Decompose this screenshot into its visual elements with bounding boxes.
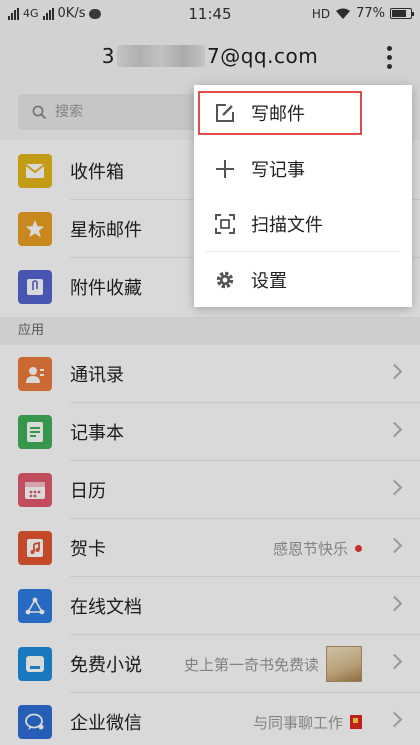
highlight-box: [198, 91, 362, 135]
menu-item-label: 写记事: [251, 160, 305, 181]
menu-item-settings[interactable]: 设置: [194, 252, 412, 308]
scan-icon: [215, 214, 235, 234]
popup-menu: 写邮件 写记事 扫描文件 设置: [194, 85, 412, 307]
gear-icon: [216, 271, 234, 289]
menu-item-label: 扫描文件: [251, 215, 323, 236]
menu-item-scan[interactable]: 扫描文件: [194, 196, 412, 252]
menu-item-label: 设置: [251, 271, 287, 292]
plus-icon: [216, 160, 234, 178]
menu-item-new-note[interactable]: 写记事: [194, 141, 412, 197]
